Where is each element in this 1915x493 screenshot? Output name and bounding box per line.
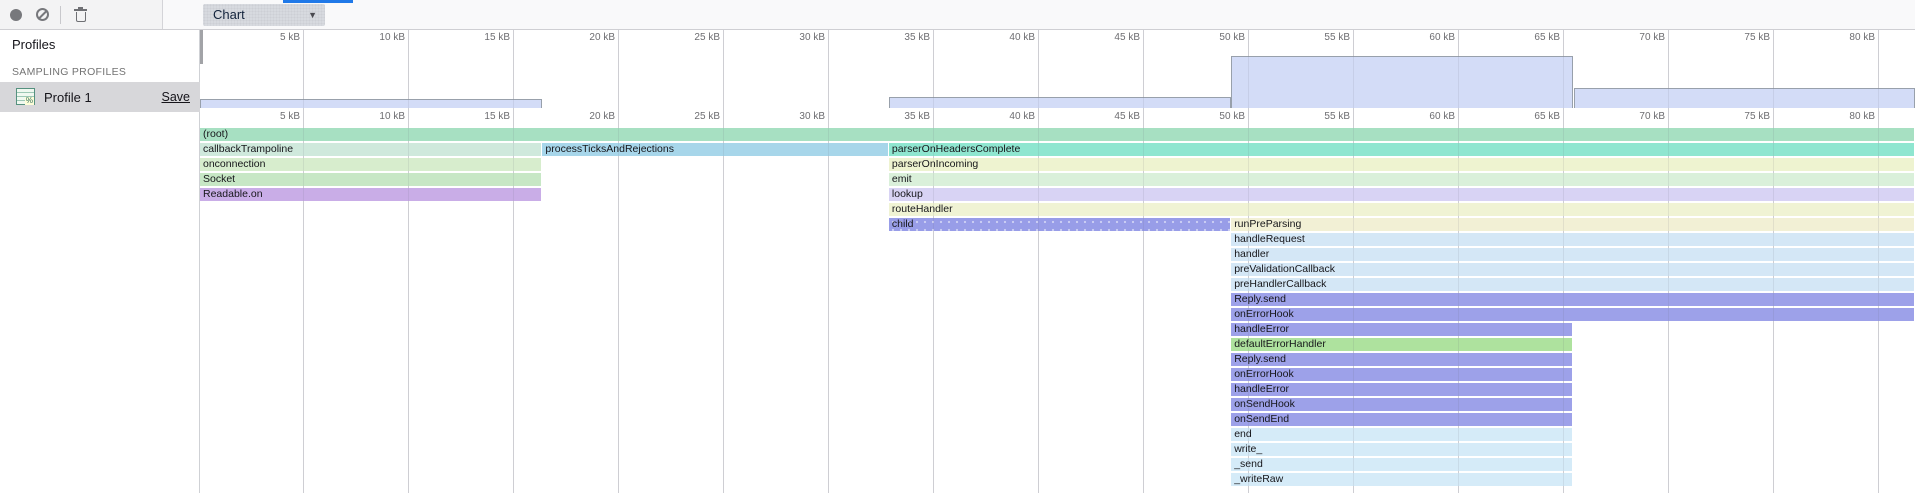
- clear-icon[interactable]: [36, 8, 49, 21]
- main-axis-tick-label: 80 kB: [1815, 111, 1875, 122]
- flame-bar[interactable]: preValidationCallback: [1231, 263, 1914, 276]
- chevron-down-icon: ▼: [308, 10, 317, 20]
- trash-icon-lid: [74, 9, 87, 11]
- main-axis-tick-label: 40 kB: [975, 111, 1035, 122]
- flame-bar[interactable]: (root): [200, 128, 1914, 141]
- sampling-profiles-header: SAMPLING PROFILES: [12, 66, 126, 78]
- main-axis-tick-label: 30 kB: [765, 111, 825, 122]
- flame-bar[interactable]: Socket: [200, 173, 541, 186]
- main-axis-tick-label: 5 kB: [240, 111, 300, 122]
- overview-area-segment[interactable]: [1574, 88, 1915, 108]
- toolbar: Chart ▼: [0, 0, 1915, 30]
- overview-axis-tick-label: 50 kB: [1185, 32, 1245, 43]
- overview-area-segment[interactable]: [889, 97, 1231, 108]
- overview-axis-tick-label: 10 kB: [345, 32, 405, 43]
- save-link[interactable]: Save: [162, 90, 191, 104]
- main-axis-tick-label: 15 kB: [450, 111, 510, 122]
- overview-axis-tick-label: 40 kB: [975, 32, 1035, 43]
- gridline: [618, 30, 619, 493]
- trash-icon-body: [76, 12, 86, 22]
- overview-axis-tick-label: 20 kB: [555, 32, 615, 43]
- overview-axis-tick-label: 65 kB: [1500, 32, 1560, 43]
- flame-bar[interactable]: write_: [1231, 443, 1572, 456]
- profiles-sidebar: Profiles SAMPLING PROFILES % Profile 1 S…: [0, 30, 200, 493]
- overview-axis-tick-label: 70 kB: [1605, 32, 1665, 43]
- flame-bar[interactable]: end: [1231, 428, 1572, 441]
- active-tab-indicator: [283, 0, 353, 3]
- trash-icon[interactable]: [74, 7, 87, 23]
- overview-axis-tick-label: 80 kB: [1815, 32, 1875, 43]
- profile-name: Profile 1: [44, 90, 92, 105]
- flame-bar[interactable]: preHandlerCallback: [1231, 278, 1914, 291]
- flame-bar[interactable]: parserOnHeadersComplete: [889, 143, 1914, 156]
- flame-bar[interactable]: handleRequest: [1231, 233, 1914, 246]
- flame-bar[interactable]: onErrorHook: [1231, 368, 1572, 381]
- main-axis-tick-label: 65 kB: [1500, 111, 1560, 122]
- flame-bar[interactable]: child: [889, 218, 1230, 231]
- flame-bar[interactable]: Reply.send: [1231, 293, 1914, 306]
- overview-axis-tick-label: 5 kB: [240, 32, 300, 43]
- profile-icon-percent: %: [25, 97, 34, 105]
- flame-bar[interactable]: parserOnIncoming: [889, 158, 1914, 171]
- sidebar-title: Profiles: [12, 37, 55, 52]
- flame-bar[interactable]: routeHandler: [889, 203, 1914, 216]
- flame-bar[interactable]: Readable.on: [200, 188, 541, 201]
- main-axis-tick-label: 35 kB: [870, 111, 930, 122]
- flame-bar[interactable]: processTicksAndRejections: [542, 143, 888, 156]
- flame-bar[interactable]: handleError: [1231, 323, 1572, 336]
- flame-bar[interactable]: onSendEnd: [1231, 413, 1572, 426]
- memory-profiler-panel: Chart ▼ Profiles SAMPLING PROFILES % Pro…: [0, 0, 1915, 493]
- toolbar-separator: [60, 6, 61, 24]
- main-axis-tick-label: 45 kB: [1080, 111, 1140, 122]
- overview-axis-tick-label: 45 kB: [1080, 32, 1140, 43]
- overview-axis-tick-label: 25 kB: [660, 32, 720, 43]
- flame-bar[interactable]: emit: [889, 173, 1914, 186]
- vertical-scrollbar-thumb[interactable]: [200, 30, 203, 64]
- flame-bar[interactable]: handleError: [1231, 383, 1572, 396]
- chart-type-dropdown-label: Chart: [213, 7, 245, 22]
- main-axis-tick-label: 55 kB: [1290, 111, 1350, 122]
- gridline: [828, 30, 829, 493]
- flame-chart-pane: 5 kB 5 kB 10 kB 10 kB 15 kB 15 kB 20 kB 20 kB 25…: [200, 30, 1915, 493]
- flame-bar[interactable]: onSendHook: [1231, 398, 1572, 411]
- overview-axis-tick-label: 60 kB: [1395, 32, 1455, 43]
- flame-bar[interactable]: callbackTrampoline: [200, 143, 541, 156]
- flame-bar[interactable]: Reply.send: [1231, 353, 1572, 366]
- flame-bar[interactable]: runPreParsing: [1231, 218, 1914, 231]
- record-icon[interactable]: [10, 9, 22, 21]
- overview-axis-tick-label: 35 kB: [870, 32, 930, 43]
- overview-area-segment[interactable]: [1231, 56, 1573, 108]
- overview-area-segment[interactable]: [200, 99, 542, 108]
- flame-bar[interactable]: lookup: [889, 188, 1914, 201]
- chart-type-dropdown[interactable]: Chart ▼: [203, 4, 325, 26]
- profile-list-item[interactable]: % Profile 1 Save: [0, 82, 200, 112]
- main-axis-tick-label: 70 kB: [1605, 111, 1665, 122]
- toolbar-icon-section: [0, 0, 163, 29]
- overview-axis-tick-label: 75 kB: [1710, 32, 1770, 43]
- overview-axis-tick-label: 30 kB: [765, 32, 825, 43]
- flame-bar[interactable]: defaultErrorHandler: [1231, 338, 1572, 351]
- flame-bar[interactable]: _send: [1231, 458, 1572, 471]
- main-axis-tick-label: 25 kB: [660, 111, 720, 122]
- flame-bar[interactable]: onconnection: [200, 158, 541, 171]
- main-axis-tick-label: 50 kB: [1185, 111, 1245, 122]
- main-axis-tick-label: 60 kB: [1395, 111, 1455, 122]
- profile-icon: %: [16, 88, 35, 105]
- main-axis-tick-label: 10 kB: [345, 111, 405, 122]
- flame-bar[interactable]: onErrorHook: [1231, 308, 1914, 321]
- gridline: [723, 30, 724, 493]
- overview-axis-tick-label: 15 kB: [450, 32, 510, 43]
- overview-axis-tick-label: 55 kB: [1290, 32, 1350, 43]
- main-axis-tick-label: 75 kB: [1710, 111, 1770, 122]
- flame-bar[interactable]: handler: [1231, 248, 1914, 261]
- main-axis-tick-label: 20 kB: [555, 111, 615, 122]
- flame-bar[interactable]: _writeRaw: [1231, 473, 1572, 486]
